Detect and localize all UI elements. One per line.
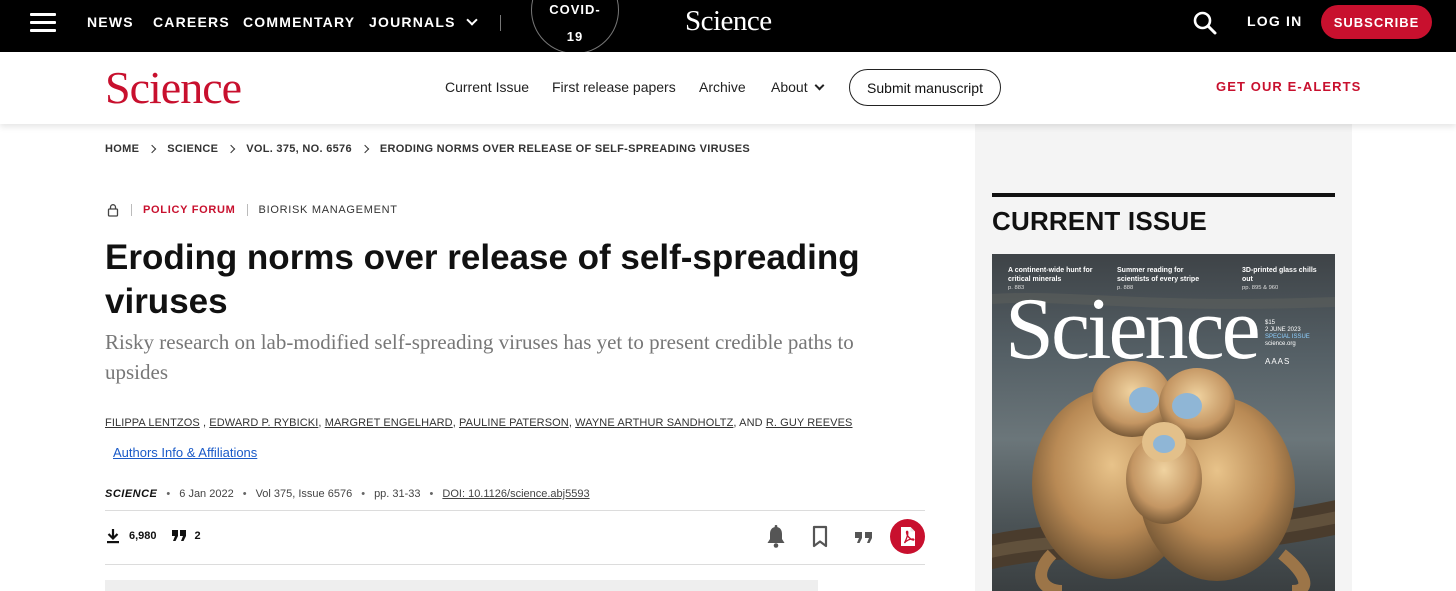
divider	[246, 204, 248, 216]
science-logo[interactable]: Science	[105, 63, 242, 113]
authors-info-link[interactable]: Authors Info & Affiliations	[113, 445, 257, 460]
bell-icon[interactable]	[764, 524, 788, 550]
chevron-down-icon	[465, 13, 478, 26]
login-link[interactable]: LOG IN	[1247, 13, 1302, 29]
publication-meta: SCIENCE • 6 Jan 2022 • Vol 375, Issue 65…	[105, 488, 590, 500]
subscribe-button[interactable]: SUBSCRIBE	[1321, 5, 1432, 39]
author-link[interactable]: EDWARD P. RYBICKI	[209, 417, 318, 429]
separator-dot: •	[361, 488, 366, 500]
article-title: Eroding norms over release of self-sprea…	[105, 238, 860, 321]
nav-current-issue[interactable]: Current Issue	[445, 79, 529, 95]
article-category[interactable]: POLICY FORUM	[143, 204, 236, 216]
aaas-logo: AAAS	[1265, 357, 1291, 366]
breadcrumb-home[interactable]: HOME	[105, 143, 139, 155]
nav-about[interactable]: About	[771, 79, 825, 95]
author-link[interactable]: WAYNE ARTHUR SANDHOLTZ	[575, 417, 733, 429]
search-icon[interactable]	[1192, 10, 1218, 36]
volume-issue: Vol 375, Issue 6576	[255, 488, 353, 500]
menu-icon[interactable]	[30, 12, 56, 34]
separator-dot: •	[429, 488, 434, 500]
nav-careers[interactable]: CAREERS	[153, 0, 230, 44]
nav-archive[interactable]: Archive	[699, 79, 746, 95]
bookmark-icon[interactable]	[808, 524, 832, 550]
current-issue-cover[interactable]: A continent-wide hunt for critical miner…	[992, 254, 1335, 591]
current-issue-heading: CURRENT ISSUE	[992, 206, 1207, 236]
article-subtitle: Risky research on lab-modified self-spre…	[105, 330, 854, 384]
article-meta: POLICY FORUM BIORISK MANAGEMENT	[105, 203, 398, 217]
author-link[interactable]: R. GUY REEVES	[766, 417, 853, 429]
cover-logo: Science	[1005, 281, 1261, 378]
current-issue-rule	[992, 193, 1335, 197]
covid-19-link[interactable]: COVID- 19	[531, 0, 619, 54]
nav-news[interactable]: NEWS	[87, 0, 134, 44]
journal-name: SCIENCE	[105, 488, 158, 500]
article-topic[interactable]: BIORISK MANAGEMENT	[259, 204, 398, 216]
doi-link[interactable]: DOI: 10.1126/science.abj5593	[442, 488, 589, 500]
nav-journals[interactable]: JOURNALS	[369, 0, 478, 44]
article-metrics: 6,980 2	[105, 528, 201, 544]
citation-count: 2	[194, 530, 201, 542]
page-range: pp. 31-33	[374, 488, 421, 500]
divider	[105, 564, 925, 565]
lock-icon	[107, 204, 119, 217]
submit-manuscript-button[interactable]: Submit manuscript	[849, 69, 1001, 106]
chevron-down-icon	[814, 80, 825, 90]
nav-commentary[interactable]: COMMENTARY	[243, 0, 355, 44]
chevron-right-icon	[360, 144, 370, 154]
e-alerts-link[interactable]: GET OUR E-ALERTS	[1216, 79, 1361, 94]
pdf-icon	[901, 527, 915, 546]
divider	[500, 15, 501, 31]
separator-dot: •	[242, 488, 247, 500]
pdf-button[interactable]	[890, 519, 925, 554]
chevron-right-icon	[226, 144, 236, 154]
nav-first-release-papers[interactable]: First release papers	[552, 79, 676, 95]
divider	[131, 204, 132, 216]
quote-icon[interactable]	[852, 524, 876, 550]
breadcrumb: HOME SCIENCE VOL. 375, NO. 6576 ERODING …	[105, 143, 750, 155]
author-link[interactable]: FILIPPA LENTZOS	[105, 417, 200, 429]
breadcrumb-science[interactable]: SCIENCE	[167, 143, 218, 155]
breadcrumb-volume[interactable]: VOL. 375, NO. 6576	[246, 143, 352, 155]
author-list: FILIPPA LENTZOS , EDWARD P. RYBICKI, MAR…	[105, 417, 853, 460]
chevron-right-icon	[147, 144, 157, 154]
top-science-logo[interactable]: Science	[685, 5, 772, 38]
download-icon	[107, 529, 119, 544]
secondary-nav: Science Current Issue First release pape…	[0, 52, 1456, 124]
download-count: 6,980	[129, 530, 157, 542]
breadcrumb-current: ERODING NORMS OVER RELEASE OF SELF-SPREA…	[379, 143, 750, 155]
separator-dot: •	[166, 488, 171, 500]
abstract-placeholder	[105, 580, 818, 591]
cover-issue-info: $15 2 JUNE 2023 SPECIAL ISSUE science.or…	[1265, 320, 1310, 347]
publication-date: 6 Jan 2022	[179, 488, 234, 500]
divider	[105, 510, 925, 511]
top-bar: NEWS CAREERS COMMENTARY JOURNALS COVID- …	[0, 0, 1456, 54]
author-link[interactable]: MARGRET ENGELHARD	[325, 417, 453, 429]
author-link[interactable]: PAULINE PATERSON	[459, 417, 569, 429]
quote-icon	[171, 530, 186, 541]
